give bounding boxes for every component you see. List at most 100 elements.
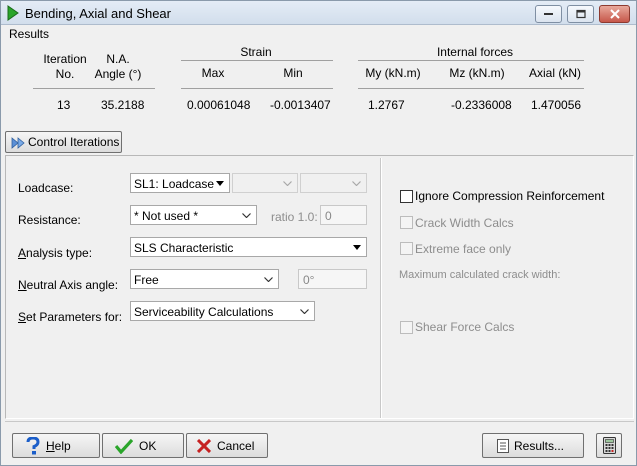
resistance-select[interactable]: * Not used * xyxy=(130,205,257,225)
na-angle-header: N.A. Angle (°) xyxy=(91,52,145,82)
forces-group-divider xyxy=(358,60,584,61)
header-rule-forces xyxy=(358,88,584,89)
forces-group-header: Internal forces xyxy=(436,45,514,59)
control-iterations-label: Control Iterations xyxy=(28,135,120,149)
minimize-icon xyxy=(543,13,553,15)
shear-force-checkbox[interactable] xyxy=(400,321,413,334)
footer-separator xyxy=(5,421,634,422)
analysis-type-label-rest: nalysis type: xyxy=(26,246,93,260)
loadcase-extra-select-2[interactable] xyxy=(300,173,367,193)
resistance-label: Resistance: xyxy=(18,213,81,227)
double-arrow-icon xyxy=(11,137,25,149)
neutral-axis-label: Neutral Axis angle: xyxy=(18,278,118,292)
cancel-label: Cancel xyxy=(217,439,255,453)
neutral-axis-value: Free xyxy=(134,273,159,287)
strain-group-header: Strain xyxy=(240,45,272,59)
set-parameters-value: Serviceability Calculations xyxy=(134,305,274,319)
extreme-face-label: Extreme face only xyxy=(415,242,512,256)
x-icon xyxy=(197,439,211,453)
my-header: My (kN.m) xyxy=(365,66,421,80)
strain-min-header: Min xyxy=(283,66,303,80)
neutral-axis-accesskey: N xyxy=(18,278,27,292)
iteration-value: 13 xyxy=(57,98,71,112)
header-rule-strain xyxy=(181,88,333,89)
crack-width-label: Crack Width Calcs xyxy=(415,216,514,230)
panel-divider xyxy=(380,158,382,418)
loadcase-extra-select-1[interactable] xyxy=(232,173,298,193)
results-label: Results... xyxy=(514,439,565,453)
dropdown-arrow-icon xyxy=(353,245,361,250)
analysis-type-label: Analysis type: xyxy=(18,246,92,260)
results-section-label: Results xyxy=(9,27,50,41)
crack-width-checkbox[interactable] xyxy=(400,216,413,229)
axial-value: 1.470056 xyxy=(531,98,582,112)
resistance-value: * Not used * xyxy=(134,209,199,223)
dropdown-arrow-icon xyxy=(216,181,224,186)
chevron-down-icon xyxy=(242,213,251,218)
analysis-type-accesskey: A xyxy=(18,246,27,260)
cancel-button[interactable]: Cancel xyxy=(186,433,268,458)
na-angle-value: 35.2188 xyxy=(101,98,145,112)
chevron-down-icon xyxy=(300,309,309,314)
chevron-down-icon xyxy=(352,181,361,186)
max-crack-width-label: Maximum calculated crack width: xyxy=(399,269,561,281)
chevron-down-icon xyxy=(264,277,273,282)
analysis-type-value: SLS Characteristic xyxy=(134,241,234,255)
close-icon xyxy=(609,9,620,19)
strain-max-header: Max xyxy=(201,66,225,80)
help-label-rest: elp xyxy=(54,439,71,453)
strain-min-value: -0.0013407 xyxy=(270,98,331,112)
iteration-header: Iteration No. xyxy=(39,52,91,82)
strain-max-value: 0.00061048 xyxy=(187,98,251,112)
check-icon xyxy=(115,438,133,454)
green-play-icon xyxy=(7,5,19,21)
ignore-compression-checkbox[interactable] xyxy=(400,190,413,203)
results-button[interactable]: Results... xyxy=(482,433,584,458)
my-value: 1.2767 xyxy=(368,98,405,112)
loadcase-value: SL1: Loadcase xyxy=(134,177,215,191)
maximize-icon xyxy=(575,9,586,19)
set-parameters-accesskey: S xyxy=(18,310,27,324)
help-button[interactable]: Help xyxy=(12,433,100,458)
extreme-face-checkbox[interactable] xyxy=(400,242,413,255)
title-bar: Bending, Axial and Shear xyxy=(1,1,636,25)
dialog-window: Bending, Axial and Shear Results Iterati… xyxy=(0,0,637,466)
ratio-value: 0 xyxy=(325,209,332,223)
chevron-down-icon xyxy=(283,181,292,186)
mz-value: -0.2336008 xyxy=(451,98,512,112)
loadcase-label: Loadcase: xyxy=(18,181,74,195)
control-iterations-button[interactable]: Control Iterations xyxy=(5,131,122,153)
loadcase-select[interactable]: SL1: Loadcase xyxy=(130,173,230,193)
set-parameters-select[interactable]: Serviceability Calculations xyxy=(130,301,315,321)
help-label: Help xyxy=(46,439,71,453)
na-angle-header-line1: N.A. xyxy=(106,52,130,66)
ignore-compression-label: Ignore Compression Reinforcement xyxy=(415,189,605,203)
ok-button[interactable]: OK xyxy=(102,433,184,458)
neutral-axis-select[interactable]: Free xyxy=(130,269,279,289)
analysis-type-select[interactable]: SLS Characteristic xyxy=(130,237,367,257)
shear-force-label: Shear Force Calcs xyxy=(415,320,515,334)
question-icon xyxy=(26,437,40,455)
axial-header: Axial (kN) xyxy=(528,66,581,80)
iteration-header-line2: No. xyxy=(55,67,75,81)
close-button[interactable] xyxy=(599,5,630,23)
neutral-axis-angle-input[interactable]: 0° xyxy=(298,269,367,289)
mz-header: Mz (kN.m) xyxy=(449,66,505,80)
ratio-label: ratio 1.0: xyxy=(271,210,318,224)
na-angle-header-line2: Angle (°) xyxy=(94,67,142,81)
maximize-button[interactable] xyxy=(567,5,594,23)
minimize-button[interactable] xyxy=(535,5,562,23)
iteration-header-line1: Iteration xyxy=(43,52,87,66)
help-accesskey: H xyxy=(46,439,55,453)
ratio-input[interactable]: 0 xyxy=(320,205,367,225)
neutral-axis-label-rest: eutral Axis angle: xyxy=(26,278,119,292)
calculator-icon xyxy=(603,437,616,454)
strain-group-divider xyxy=(181,60,333,61)
set-parameters-label: Set Parameters for: xyxy=(18,310,122,324)
set-parameters-label-rest: et Parameters for: xyxy=(26,310,123,324)
window-title: Bending, Axial and Shear xyxy=(25,6,171,21)
header-rule-left xyxy=(33,88,155,89)
neutral-axis-angle-value: 0° xyxy=(303,273,315,287)
calculator-button[interactable] xyxy=(596,433,622,458)
ok-label: OK xyxy=(139,439,157,453)
